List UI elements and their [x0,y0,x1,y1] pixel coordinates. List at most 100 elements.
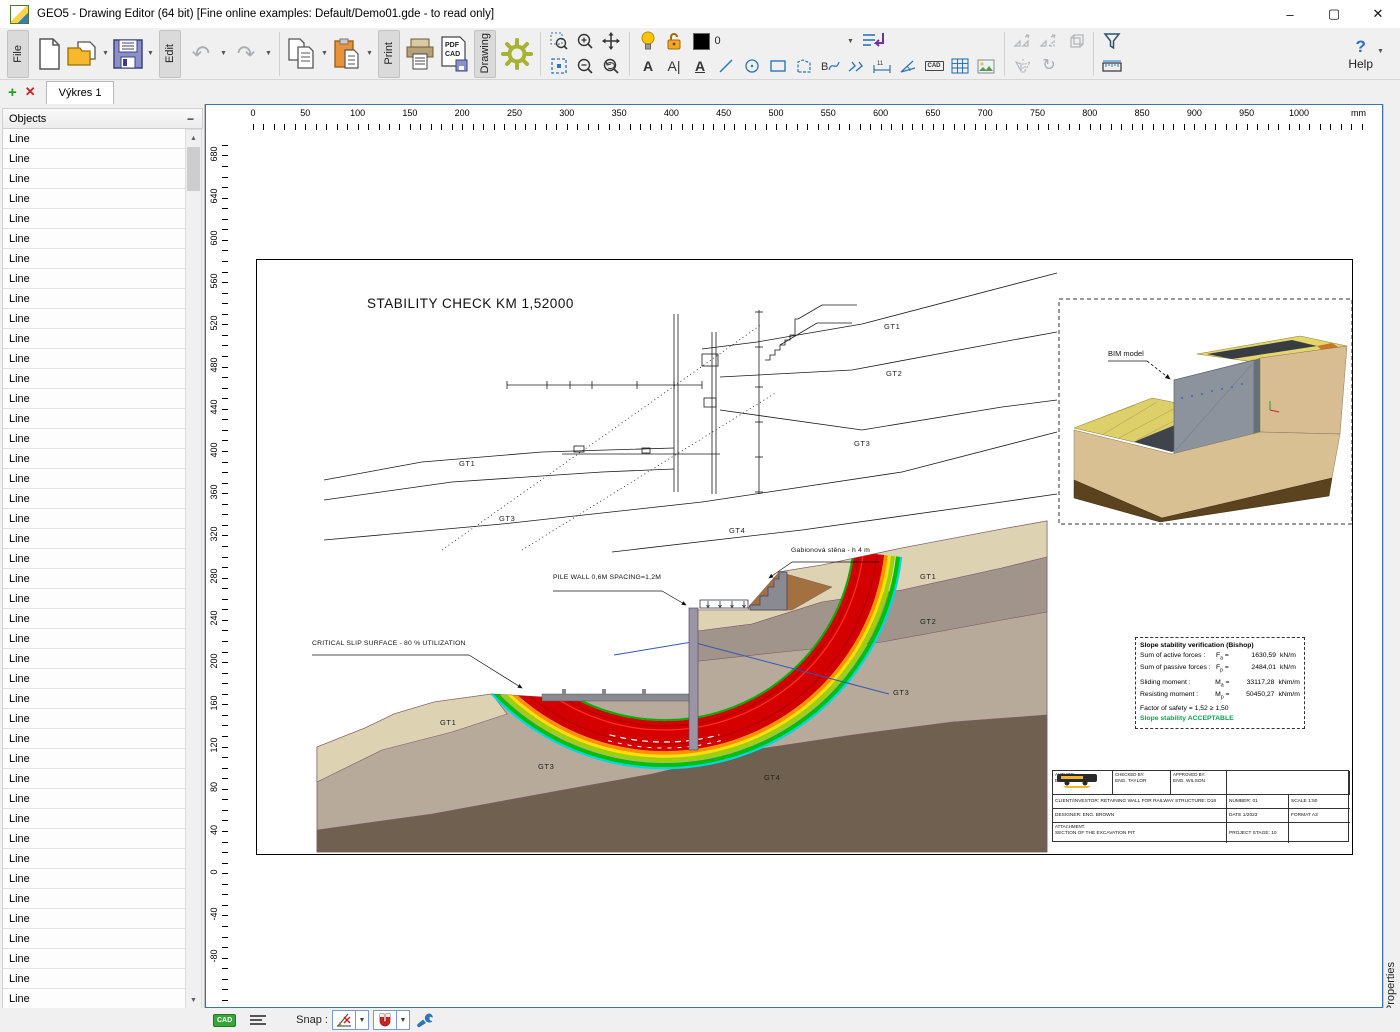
object-list-item[interactable]: Line [3,789,185,809]
settings-gear-button[interactable] [499,31,535,77]
object-list-item[interactable]: Line [3,249,185,269]
object-list-item[interactable]: Line [3,649,185,669]
object-list-item[interactable]: Line [3,889,185,909]
object-list-item[interactable]: Line [3,869,185,889]
scroll-down-icon[interactable]: ▼ [186,992,201,1008]
rotate-icon[interactable]: ↻ [1036,54,1062,78]
object-list-item[interactable]: Line [3,349,185,369]
object-list-item[interactable]: Line [3,209,185,229]
object-list-item[interactable]: Line [3,549,185,569]
object-list-item[interactable]: Line [3,929,185,949]
object-list-item[interactable]: Line [3,569,185,589]
tab-vykres-1[interactable]: Výkres 1 [45,81,115,104]
save-dropdown[interactable]: ▼ [145,31,156,77]
object-list-item[interactable]: Line [3,289,185,309]
object-list-item[interactable]: Line [3,269,185,289]
print-button[interactable] [403,31,437,77]
object-list-item[interactable]: Line [3,509,185,529]
zoom-in-icon[interactable] [572,29,598,53]
object-list-item[interactable]: Line [3,389,185,409]
save-button[interactable] [111,31,145,77]
paste-dropdown[interactable]: ▼ [364,31,375,77]
object-list-item[interactable]: Line [3,809,185,829]
object-list-item[interactable]: Line [3,709,185,729]
object-list-item[interactable]: Line [3,689,185,709]
object-list-item[interactable]: Line [3,609,185,629]
object-list-item[interactable]: Line [3,829,185,849]
minimize-button[interactable]: – [1268,0,1312,28]
zoom-out-icon[interactable] [572,54,598,78]
move-object-icon[interactable] [1036,29,1062,53]
object-list-item[interactable]: Line [3,309,185,329]
object-list-item[interactable]: Line [3,409,185,429]
bezier-tool[interactable]: B [817,54,843,78]
copy-button[interactable] [285,31,319,77]
cad-import-tool[interactable]: CAD [921,54,947,78]
layers-import-icon[interactable] [856,29,890,53]
color-selector[interactable]: 0 [687,29,727,53]
object-list-item[interactable]: Line [3,769,185,789]
style-dropdown[interactable]: ▼ [845,29,856,53]
object-list-item[interactable]: Line [3,489,185,509]
object-list-item[interactable]: Line [3,469,185,489]
magnet-snap-dropdown[interactable]: ▼ [396,1010,410,1030]
object-list-item[interactable]: Line [3,369,185,389]
object-list-item[interactable]: Line [3,669,185,689]
text-edit-tool[interactable]: A| [661,54,687,78]
new-file-button[interactable] [32,31,66,77]
rectangle-tool[interactable] [765,54,791,78]
paste-button[interactable] [330,31,364,77]
object-list-item[interactable]: Line [3,849,185,869]
copy-3d-icon[interactable] [1062,29,1088,53]
pan-icon[interactable] [598,29,624,53]
undo-button[interactable]: ↶ [184,31,218,77]
line-tool[interactable] [713,54,739,78]
object-list-item[interactable]: Line [3,149,185,169]
visibility-bulb-icon[interactable] [635,29,661,53]
text-tool[interactable]: A [635,54,661,78]
copy-object-icon[interactable] [1010,29,1036,53]
object-list-item[interactable]: Line [3,129,185,149]
close-tab-button[interactable]: ✕ [25,84,36,100]
close-button[interactable]: ✕ [1356,0,1400,28]
zoom-extents-icon[interactable] [546,54,572,78]
object-list-item[interactable]: Line [3,629,185,649]
redo-button[interactable]: ↷ [229,31,263,77]
object-list-item[interactable]: Line [3,749,185,769]
snap-mode-button[interactable] [331,1010,356,1030]
properties-tab[interactable]: Properties [1385,962,1397,1012]
object-list-item[interactable]: Line [3,529,185,549]
object-list-item[interactable]: Line [3,589,185,609]
object-list-item[interactable]: Line [3,329,185,349]
object-list-item[interactable]: Line [3,229,185,249]
undo-dropdown[interactable]: ▼ [218,31,229,77]
objects-scrollbar[interactable]: ▲ ▼ [185,129,202,1009]
circle-tool[interactable] [739,54,765,78]
scrollbar-thumb[interactable] [187,147,200,191]
pdf-cad-export-button[interactable]: PDF CAD [437,31,471,77]
image-tool[interactable] [973,54,999,78]
object-list-item[interactable]: Line [3,909,185,929]
redo-dropdown[interactable]: ▼ [263,31,274,77]
table-tool[interactable] [947,54,973,78]
copy-dropdown[interactable]: ▼ [319,31,330,77]
help-button[interactable]: ? Help [1348,37,1373,71]
measure-ruler-icon[interactable] [1099,54,1125,78]
scroll-up-icon[interactable]: ▲ [186,130,201,146]
object-list-item[interactable]: Line [3,169,185,189]
open-file-button[interactable] [66,31,100,77]
collapse-panel-button[interactable]: − [187,112,194,126]
zoom-window-icon[interactable] [546,29,572,53]
polyline-tool[interactable] [843,54,869,78]
magnet-snap-button[interactable] [372,1010,397,1030]
object-list-item[interactable]: Line [3,729,185,749]
snap-mode-dropdown[interactable]: ▼ [355,1010,369,1030]
angle-dimension-tool[interactable] [895,54,921,78]
mirror-icon[interactable] [1010,54,1036,78]
polygon-tool[interactable] [791,54,817,78]
drawing-sheet[interactable]: STABILITY CHECK KM 1,52000 GT1 GT2 GT3 GT1 G… [256,259,1353,855]
line-style-icon[interactable] [250,1013,268,1027]
zoom-previous-icon[interactable] [598,54,624,78]
add-tab-button[interactable]: + [8,84,17,101]
filter-icon[interactable] [1099,29,1125,53]
